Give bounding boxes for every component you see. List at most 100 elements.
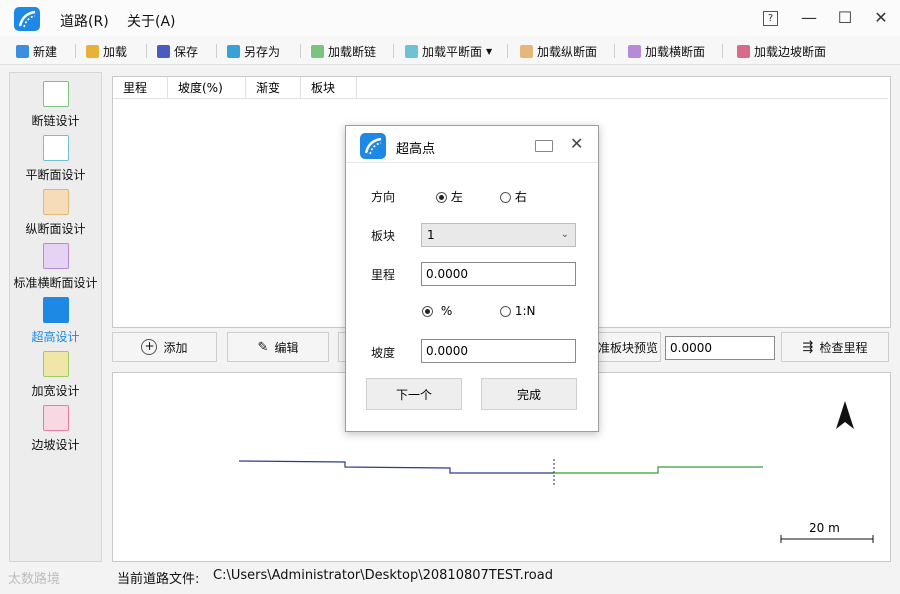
load-chain-label: 加载断链: [328, 44, 377, 59]
radio-unselected-icon: [500, 306, 511, 317]
load-chain-button[interactable]: 加载断链: [311, 42, 376, 60]
menu-about[interactable]: 关于(A): [127, 11, 176, 31]
sidebar-item-label: 加宽设计: [31, 384, 80, 398]
load-profile-label: 加载纵断面: [537, 44, 598, 59]
load-label: 加载: [103, 44, 128, 59]
sidebar-item-widening[interactable]: 加宽设计: [10, 347, 101, 401]
chevron-down-icon: ⌄: [560, 229, 569, 240]
chain-icon: [42, 81, 69, 107]
load-slope-button[interactable]: 加载边坡断面: [737, 42, 826, 60]
slope-icon: [737, 44, 750, 58]
new-file-icon: [16, 44, 29, 58]
slope-label: 坡度: [371, 346, 396, 360]
maximize-button[interactable]: ☐: [834, 8, 856, 28]
signpost-icon: ⇶: [802, 339, 814, 355]
edit-button[interactable]: ✎ 编辑: [227, 332, 329, 362]
unit-ratio-label: 1:N: [514, 304, 536, 318]
save-as-icon: [227, 44, 240, 58]
radio-selected-icon: [436, 192, 447, 203]
current-file-path: C:\Users\Administrator\Desktop\20810807T…: [213, 568, 553, 583]
title-bar: 道路(R) 关于(A) ? — ☐ ✕: [0, 0, 900, 36]
sidebar-item-label: 纵断面设计: [25, 222, 86, 236]
dialog-logo-icon: [360, 133, 386, 159]
minimize-button[interactable]: —: [798, 8, 820, 28]
superelevation-dialog: 超高点 ✕ 方向 左 右 板块 1 ⌄ 里程 0.0000 % 1:N 坡度 0…: [345, 125, 599, 432]
toolbar-divider: [75, 44, 76, 58]
save-as-button[interactable]: 另存为: [227, 42, 280, 60]
load-plan-label: 加载平断面: [422, 44, 483, 59]
preview-value-input[interactable]: 0.0000: [665, 336, 775, 360]
column-header-block[interactable]: 板块: [301, 77, 357, 99]
keyboard-icon[interactable]: [535, 140, 553, 152]
save-as-label: 另存为: [244, 44, 281, 59]
direction-left-radio[interactable]: 左: [436, 188, 463, 205]
sidebar-item-label: 断链设计: [31, 114, 80, 128]
save-button[interactable]: 保存: [157, 42, 198, 60]
new-button[interactable]: 新建: [16, 42, 57, 60]
slope-icon: [42, 405, 69, 431]
mileage-input[interactable]: 0.0000: [421, 262, 576, 286]
block-select[interactable]: 1 ⌄: [421, 223, 576, 247]
sidebar-item-slope[interactable]: 边坡设计: [10, 401, 101, 455]
scale-bar-label: 20 m: [809, 521, 840, 535]
profile-icon: [42, 189, 69, 215]
unit-percent-radio[interactable]: %: [422, 304, 452, 318]
sidebar-item-label: 平断面设计: [25, 168, 86, 182]
load-plan-button[interactable]: 加载平断面 ▼: [405, 42, 492, 60]
current-file-label: 当前道路文件:: [117, 572, 200, 587]
sidebar-item-cross-section[interactable]: 标准横断面设计: [10, 239, 101, 293]
load-button[interactable]: 加载: [86, 42, 127, 60]
unit-ratio-radio[interactable]: 1:N: [500, 304, 535, 318]
finish-button[interactable]: 完成: [481, 378, 577, 410]
new-label: 新建: [33, 44, 58, 59]
column-header-mileage[interactable]: 里程: [113, 77, 168, 99]
sidebar-item-plan[interactable]: 平断面设计: [10, 131, 101, 185]
toolbar-divider: [507, 44, 508, 58]
help-icon[interactable]: ?: [763, 11, 778, 26]
menu-road[interactable]: 道路(R): [60, 11, 109, 31]
column-header-slope[interactable]: 坡度(%): [168, 77, 246, 99]
add-button[interactable]: + 添加: [112, 332, 217, 362]
save-label: 保存: [174, 44, 199, 59]
radio-selected-icon: [422, 306, 433, 317]
dropdown-arrow-icon[interactable]: ▼: [486, 47, 492, 56]
close-button[interactable]: ✕: [870, 8, 892, 28]
sidebar-item-chain[interactable]: 断链设计: [10, 77, 101, 131]
sidebar-item-label: 超高设计: [31, 330, 80, 344]
next-button[interactable]: 下一个: [366, 378, 462, 410]
toolbar: 新建 加载 保存 另存为 加载断链 加载平断面 ▼ 加载纵断面 加载横断面 加载边…: [0, 36, 900, 65]
sidebar-item-superelevation[interactable]: 超高设计: [10, 293, 101, 347]
slope-input[interactable]: 0.0000: [421, 339, 576, 363]
load-slope-label: 加载边坡断面: [754, 44, 827, 59]
direction-right-radio[interactable]: 右: [500, 188, 527, 205]
dialog-close-icon[interactable]: ✕: [570, 134, 583, 153]
toolbar-divider: [722, 44, 723, 58]
cross-section-icon: [628, 44, 641, 58]
sidebar: 断链设计 平断面设计 纵断面设计 标准横断面设计 超高设计 加宽设计 边坡设计: [9, 72, 102, 562]
watermark: 太数路境: [8, 572, 61, 587]
load-profile-button[interactable]: 加载纵断面: [520, 42, 597, 60]
widening-icon: [42, 351, 69, 377]
direction-right-label: 右: [514, 190, 527, 204]
toolbar-divider: [146, 44, 147, 58]
load-cross-button[interactable]: 加载横断面: [628, 42, 705, 60]
dialog-title: 超高点: [396, 142, 436, 157]
add-label: 添加: [163, 340, 188, 355]
block-preview-button[interactable]: 准板块预览: [597, 332, 661, 362]
dialog-header-divider: [346, 162, 598, 163]
direction-label: 方向: [371, 190, 396, 204]
sidebar-item-profile[interactable]: 纵断面设计: [10, 185, 101, 239]
column-header-transition[interactable]: 渐变: [246, 77, 301, 99]
toolbar-divider: [300, 44, 301, 58]
toolbar-divider: [393, 44, 394, 58]
mileage-label: 里程: [371, 268, 396, 282]
sidebar-item-label: 边坡设计: [31, 438, 80, 452]
edit-label: 编辑: [274, 340, 299, 355]
chain-icon: [311, 44, 324, 58]
right-profile-line: [554, 466, 763, 474]
north-arrow-icon: [836, 401, 854, 429]
save-icon: [157, 44, 170, 58]
check-mileage-button[interactable]: ⇶ 检查里程: [781, 332, 889, 362]
pencil-icon: ✎: [257, 339, 269, 355]
status-bar: 太数路境 当前道路文件: C:\Users\Administrator\Desk…: [0, 562, 900, 594]
